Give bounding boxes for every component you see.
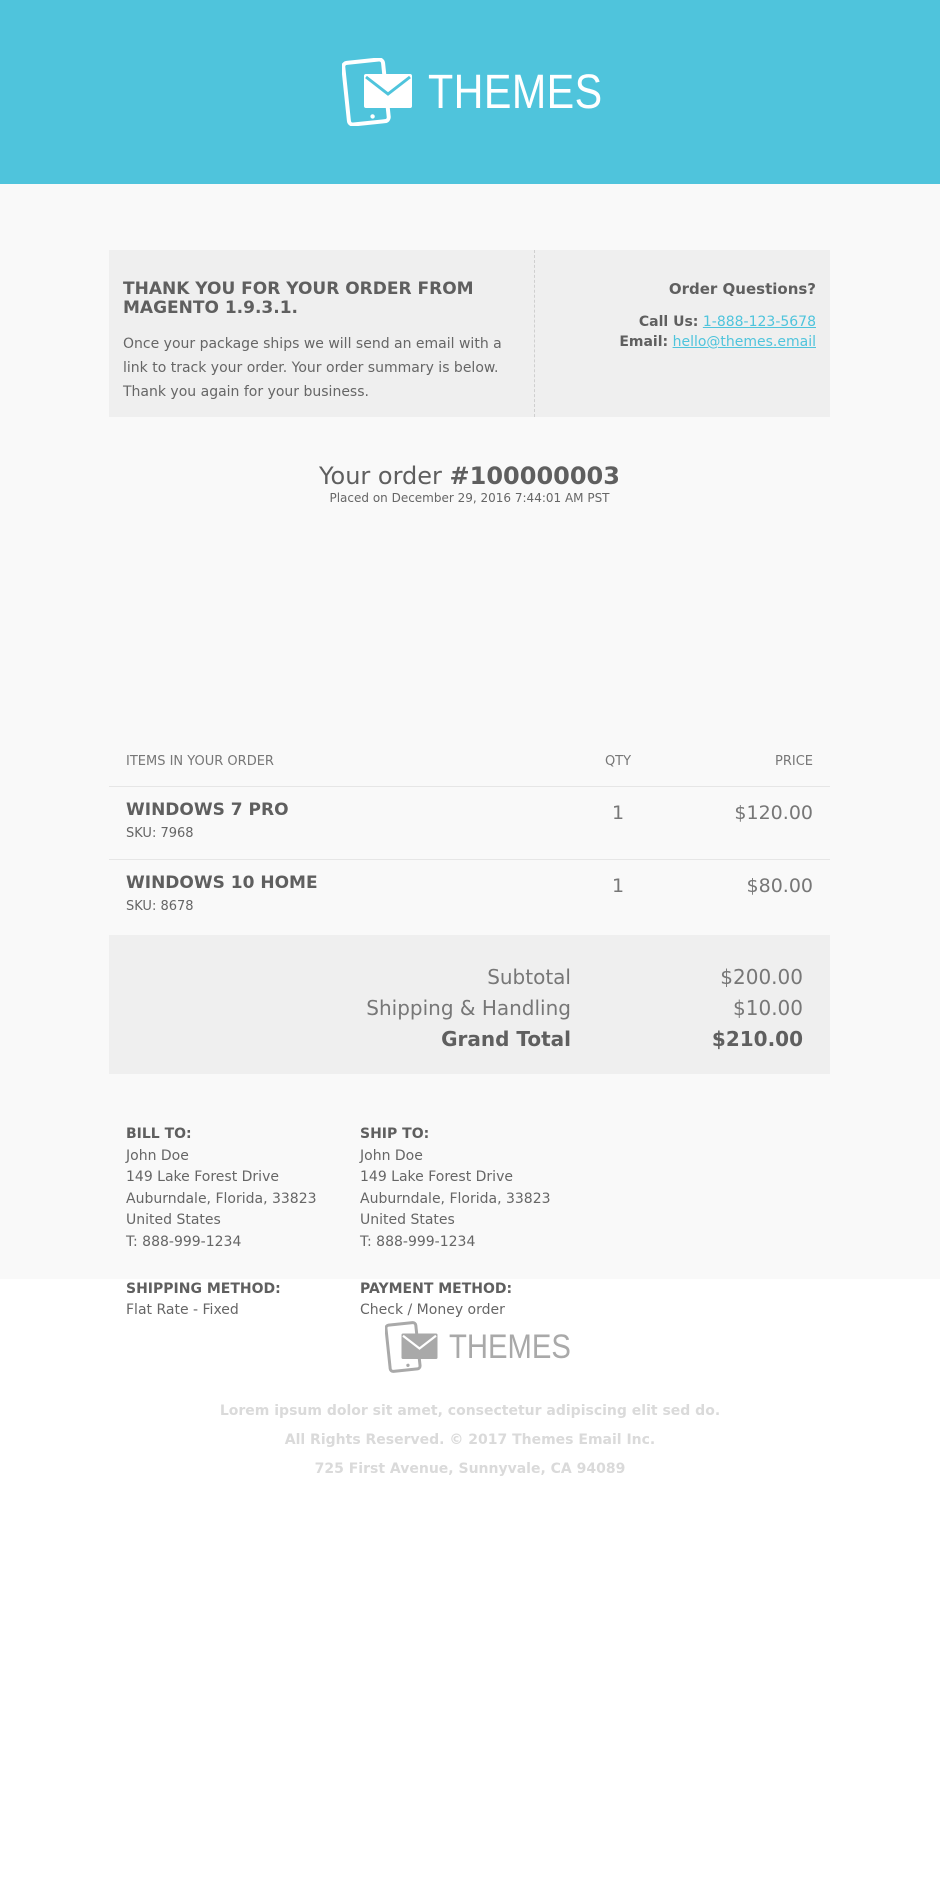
address-section: BILL TO: John Doe 149 Lake Forest Drive … bbox=[126, 1124, 726, 1322]
item-name: WINDOWS 7 PRO bbox=[126, 800, 289, 820]
email-footer: THEMES Lorem ipsum dolor sit amet, conse… bbox=[0, 1279, 940, 1880]
ship-to-street: 149 Lake Forest Drive bbox=[360, 1169, 513, 1186]
shipping-value: $10.00 bbox=[733, 995, 803, 1020]
email-header: THEMES bbox=[0, 0, 940, 184]
ship-to-name: John Doe bbox=[360, 1147, 423, 1164]
item-qty: 1 bbox=[611, 802, 625, 824]
header-items: ITEMS IN YOUR ORDER bbox=[126, 753, 274, 769]
thank-you-message: THANK YOU FOR YOUR ORDER FROM MAGENTO 1.… bbox=[109, 250, 535, 417]
table-row: WINDOWS 10 HOME SKU: 8678 1 $80.00 bbox=[109, 860, 830, 933]
items-table-header: ITEMS IN YOUR ORDER QTY PRICE bbox=[109, 736, 830, 787]
tablet-envelope-icon bbox=[385, 1321, 438, 1373]
shipping-method-value: Flat Rate - Fixed bbox=[126, 1302, 239, 1319]
order-items-table: ITEMS IN YOUR ORDER QTY PRICE WINDOWS 7 … bbox=[109, 736, 830, 933]
order-totals: Subtotal $200.00 Shipping & Handling $10… bbox=[109, 935, 830, 1074]
payment-method-title: PAYMENT METHOD: bbox=[360, 1280, 513, 1297]
subtotal-row: Subtotal $200.00 bbox=[109, 961, 830, 992]
order-heading: Your order #100000003 Placed on December… bbox=[109, 461, 830, 505]
phone-link[interactable]: 1-888-123-5678 bbox=[703, 314, 816, 330]
ship-to: SHIP TO: John Doe 149 Lake Forest Drive … bbox=[360, 1124, 594, 1254]
footer-brand-name: THEMES bbox=[449, 1327, 572, 1366]
bill-to-phone: T: 888-999-1234 bbox=[126, 1233, 242, 1250]
order-prefix: Your order bbox=[319, 462, 442, 490]
ship-to-country: United States bbox=[360, 1212, 455, 1229]
header-qty: QTY bbox=[604, 753, 632, 769]
bill-to-city: Auburndale, Florida, 33823 bbox=[126, 1190, 317, 1207]
tablet-envelope-icon bbox=[342, 58, 413, 126]
bill-to-street: 149 Lake Forest Drive bbox=[126, 1169, 279, 1186]
subtotal-label: Subtotal bbox=[487, 964, 571, 989]
bill-to: BILL TO: John Doe 149 Lake Forest Drive … bbox=[126, 1124, 360, 1254]
footer-address: 725 First Avenue, Sunnyvale, CA 94089 bbox=[314, 1461, 626, 1477]
footer-logo[interactable]: THEMES bbox=[385, 1321, 572, 1373]
item-price: $80.00 bbox=[746, 875, 813, 897]
grand-total-label: Grand Total bbox=[441, 1026, 571, 1051]
footer-text: Lorem ipsum dolor sit amet, consectetur … bbox=[0, 1397, 940, 1484]
item-info: WINDOWS 10 HOME SKU: 8678 bbox=[109, 873, 559, 914]
shipping-row: Shipping & Handling $10.00 bbox=[109, 992, 830, 1023]
address-grid: BILL TO: John Doe 149 Lake Forest Drive … bbox=[126, 1124, 726, 1254]
brand-logo[interactable]: THEMES bbox=[342, 58, 604, 126]
bill-to-title: BILL TO: bbox=[126, 1126, 192, 1142]
shipping-label: Shipping & Handling bbox=[366, 995, 571, 1020]
item-price: $120.00 bbox=[734, 802, 813, 824]
item-qty: 1 bbox=[611, 875, 625, 897]
ship-to-title: SHIP TO: bbox=[360, 1126, 430, 1142]
order-questions-title: Order Questions? bbox=[668, 280, 816, 298]
payment-method: PAYMENT METHOD: Check / Money order bbox=[360, 1279, 594, 1322]
item-sku: SKU: 7968 bbox=[126, 826, 194, 841]
email-link[interactable]: hello@themes.email bbox=[673, 334, 816, 350]
email-line: Email: hello@themes.email bbox=[535, 332, 816, 352]
ship-to-phone: T: 888-999-1234 bbox=[360, 1233, 476, 1250]
payment-method-value: Check / Money order bbox=[360, 1302, 505, 1319]
thank-you-panel: THANK YOU FOR YOUR ORDER FROM MAGENTO 1.… bbox=[109, 250, 830, 417]
shipping-method: SHIPPING METHOD: Flat Rate - Fixed bbox=[126, 1279, 360, 1322]
email-body: THANK YOU FOR YOUR ORDER FROM MAGENTO 1.… bbox=[0, 184, 940, 1318]
order-questions: Order Questions? Call Us: 1-888-123-5678… bbox=[535, 250, 830, 417]
footer-tagline: Lorem ipsum dolor sit amet, consectetur … bbox=[219, 1403, 721, 1419]
grand-total-value: $210.00 bbox=[711, 1026, 803, 1051]
header-price: PRICE bbox=[775, 753, 813, 769]
item-sku: SKU: 8678 bbox=[126, 899, 194, 914]
item-name: WINDOWS 10 HOME bbox=[126, 873, 318, 893]
thank-you-title: THANK YOU FOR YOUR ORDER FROM MAGENTO 1.… bbox=[123, 279, 474, 318]
order-number: #100000003 bbox=[449, 462, 620, 490]
shipping-method-title: SHIPPING METHOD: bbox=[126, 1280, 281, 1297]
call-us-line: Call Us: 1-888-123-5678 bbox=[535, 312, 816, 332]
ship-to-city: Auburndale, Florida, 33823 bbox=[360, 1190, 551, 1207]
bill-to-country: United States bbox=[126, 1212, 221, 1229]
bill-to-name: John Doe bbox=[126, 1147, 189, 1164]
call-us-label: Call Us: bbox=[638, 314, 699, 330]
brand-name: THEMES bbox=[428, 65, 604, 119]
order-number-line: Your order #100000003 bbox=[109, 461, 830, 491]
methods-grid: SHIPPING METHOD: Flat Rate - Fixed PAYME… bbox=[126, 1279, 726, 1322]
grand-total-row: Grand Total $210.00 bbox=[109, 1023, 830, 1054]
order-placed-date: Placed on December 29, 2016 7:44:01 AM P… bbox=[329, 491, 610, 505]
footer-copyright: All Rights Reserved. © 2017 Themes Email… bbox=[284, 1432, 656, 1448]
thank-you-body: Once your package ships we will send an … bbox=[123, 336, 502, 400]
subtotal-value: $200.00 bbox=[720, 964, 803, 989]
table-row: WINDOWS 7 PRO SKU: 7968 1 $120.00 bbox=[109, 787, 830, 860]
item-info: WINDOWS 7 PRO SKU: 7968 bbox=[109, 800, 559, 841]
email-label: Email: bbox=[619, 334, 669, 350]
